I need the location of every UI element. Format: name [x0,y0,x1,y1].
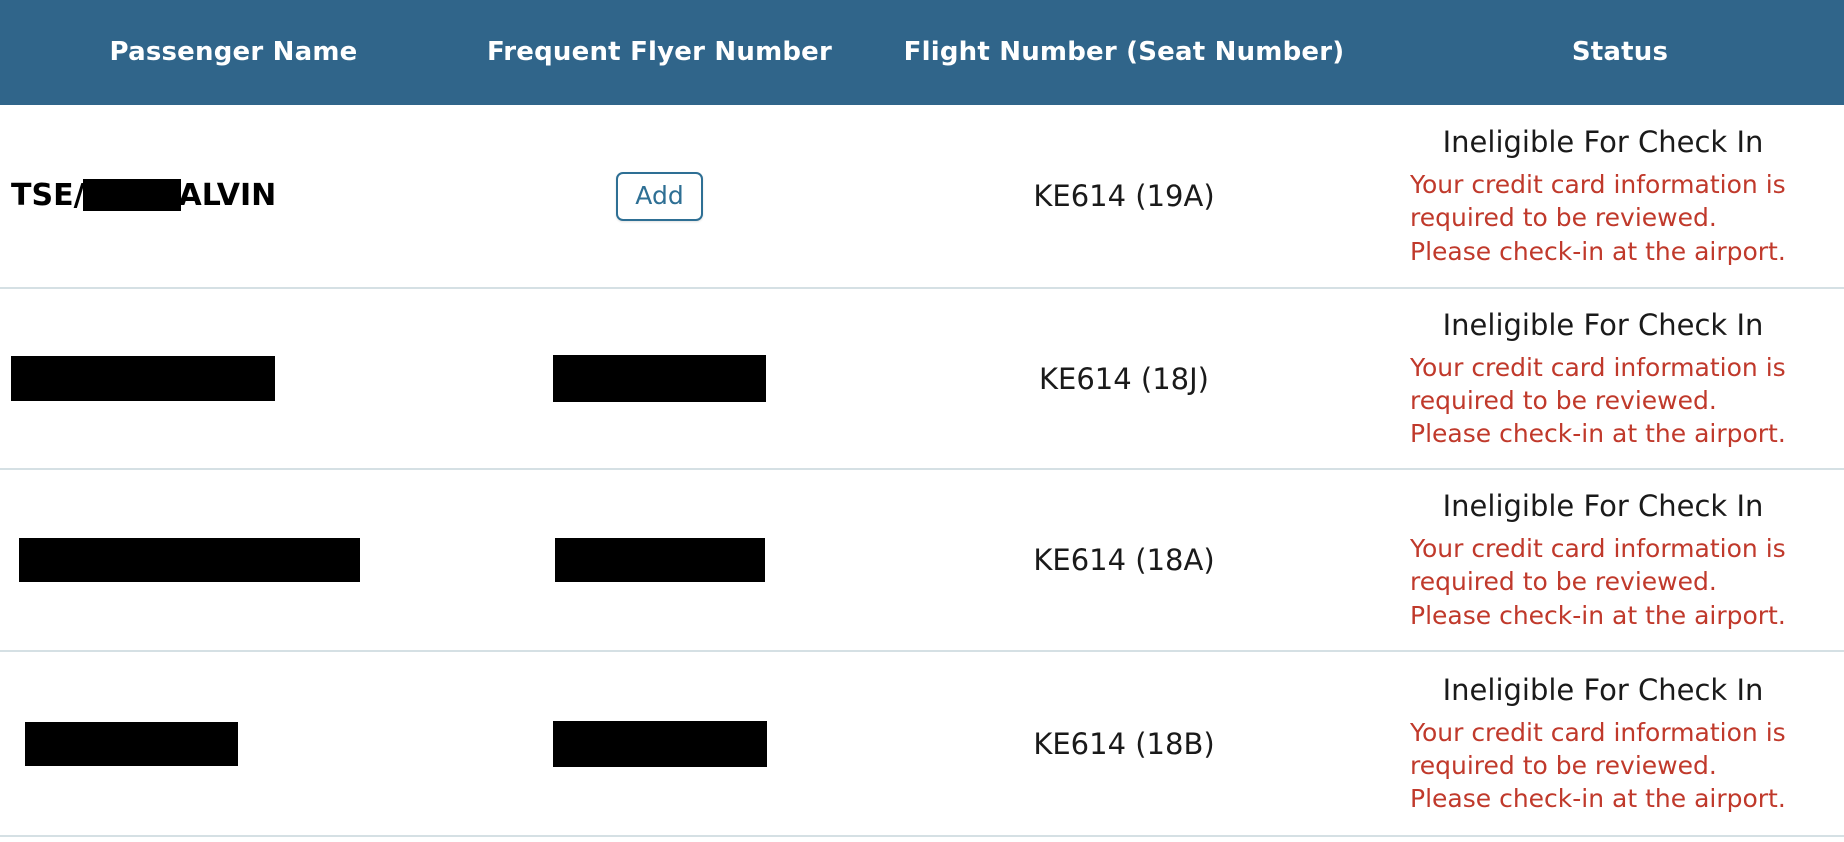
cell-frequent-flyer-number [467,469,852,651]
redaction-bar-frequent-flyer-number [554,538,765,582]
cell-passenger-name [0,288,467,469]
redaction-bar-passenger-name [25,721,238,766]
passenger-name: TSE/ALVIN [11,178,277,214]
flight-number-value: KE614 (18J) [1039,361,1209,396]
status-title: Ineligible For Check In [1442,489,1764,524]
column-header-frequent-flyer-number: Frequent Flyer Number [486,37,833,68]
cell-flight-number: KE614 (18B) [852,651,1396,836]
column-header-passenger-name: Passenger Name [109,37,358,68]
cell-status: Ineligible For Check In Your credit card… [1396,469,1844,651]
table-row: KE614 (18B) Ineligible For Check In Your… [0,651,1844,836]
table-row: KE614 (18A) Ineligible For Check In Your… [0,469,1844,651]
table-header-row: Passenger Name Frequent Flyer Number Fli… [0,0,1844,105]
cell-status: Ineligible For Check In Your credit card… [1396,288,1844,469]
redaction-bar-passenger-name [82,178,181,211]
table-row: TSE/ALVIN Add KE614 (19A) Ineligible For… [0,105,1844,288]
cell-frequent-flyer-number [467,288,852,469]
status-title: Ineligible For Check In [1442,307,1764,342]
redaction-bar-frequent-flyer-number [553,355,766,402]
status-warning-message: Your credit card information is required… [1410,170,1786,266]
table-row: KE614 (18J) Ineligible For Check In Your… [0,288,1844,469]
redaction-bar-passenger-name [11,356,275,401]
status-warning-message: Your credit card information is required… [1410,717,1786,814]
cell-passenger-name: TSE/ALVIN [0,105,467,288]
redaction-bar-passenger-name [19,538,360,582]
add-frequent-flyer-button[interactable]: Add [616,171,703,221]
flight-number-value: KE614 (18B) [1033,726,1215,761]
status-warning-message: Your credit card information is required… [1410,352,1786,449]
status-title: Ineligible For Check In [1442,125,1764,160]
table-header: Passenger Name Frequent Flyer Number Fli… [0,0,1844,105]
cell-frequent-flyer-number [467,651,852,836]
cell-status: Ineligible For Check In Your credit card… [1396,105,1844,288]
passenger-name-prefix: TSE/ [11,178,85,214]
flight-number-value: KE614 (18A) [1033,543,1215,577]
cell-passenger-name [0,469,467,651]
cell-status: Ineligible For Check In Your credit card… [1396,651,1844,836]
status-title: Ineligible For Check In [1442,672,1764,707]
column-header-status: Status [1571,37,1669,68]
passenger-name-suffix: ALVIN [178,178,277,214]
redaction-bar-frequent-flyer-number [552,720,767,767]
cell-flight-number: KE614 (18A) [852,469,1396,651]
passenger-checkin-table: Passenger Name Frequent Flyer Number Fli… [0,0,1844,837]
cell-flight-number: KE614 (18J) [852,288,1396,469]
status-warning-message: Your credit card information is required… [1410,534,1786,630]
flight-number-value: KE614 (19A) [1033,179,1215,213]
cell-flight-number: KE614 (19A) [852,105,1396,288]
column-header-flight-number: Flight Number (Seat Number) [903,37,1345,68]
cell-frequent-flyer-number: Add [467,105,852,288]
cell-passenger-name [0,651,467,836]
table-body: TSE/ALVIN Add KE614 (19A) Ineligible For… [0,105,1844,836]
